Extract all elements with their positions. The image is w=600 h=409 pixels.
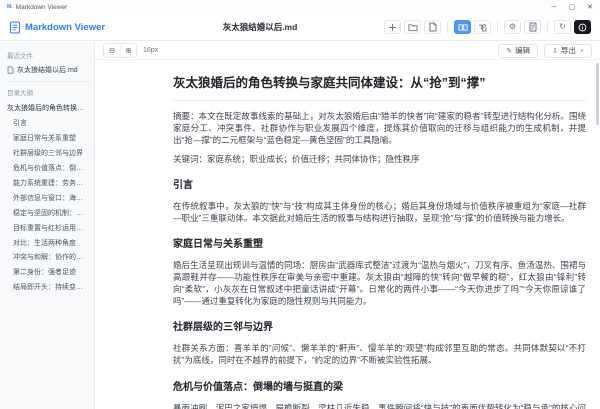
markdown-block: 摘要：本文在既定故事线索的基础上，对灰太狼婚后由“猎羊的快者”向“建家的稳者”转…: [173, 110, 586, 146]
outline-label: 目录大纲: [7, 87, 87, 97]
outline-panel-button[interactable]: [524, 20, 541, 34]
markdown-block: 家庭日常与关系重塑: [173, 238, 586, 252]
zoom-in-button[interactable]: ⊕: [120, 44, 136, 57]
markdown-block: 暴雨冲刷，泥巴之家坍塌，屋檐断裂，梁柱几近失稳。事件瞬间将“快与技”的表面优势转…: [173, 402, 586, 409]
app-name: Markdown Viewer: [25, 22, 105, 33]
outline-item[interactable]: 对比：生活两种角度: [7, 236, 87, 251]
scrollbar-thumb[interactable]: [596, 63, 599, 125]
plus-icon: [388, 23, 397, 32]
current-file-title: 灰太狼结婚以后.md: [120, 21, 400, 33]
app-logo-icon: M↓: [7, 4, 13, 10]
about-button[interactable]: [574, 20, 591, 34]
toolbar-divider: [447, 22, 448, 33]
os-titlebar: M↓ Markdown Viewer ─ ▢ ✕: [0, 0, 600, 14]
open-file-button[interactable]: [424, 20, 441, 34]
outline-item[interactable]: 引言: [7, 117, 87, 132]
markdown-block: 引言: [173, 179, 586, 193]
markdown-block: 灰太狼婚后的角色转换与家庭共同体建设：从“抢”到“撑”: [173, 74, 586, 101]
recent-file-name: 灰太狼结婚以后.md: [17, 65, 78, 75]
markdown-block: 关键词：家庭系统；职业成长；价值迁移；共同体协作；隐性秩序: [173, 153, 586, 165]
zoom-out-icon: ⊖: [109, 46, 116, 55]
font-size-controls: ⊖ ⊕: [103, 43, 137, 58]
close-button[interactable]: ✕: [587, 4, 593, 11]
outline-item[interactable]: 稳定与坚固的机制：蓝色与黄色: [7, 207, 87, 222]
app-header: Markdown Viewer 灰太狼结婚以后.md ⚙ ↻: [0, 14, 600, 41]
outline-item[interactable]: 外部信息与窗口：海风与三脚架: [7, 192, 87, 207]
maximize-button[interactable]: ▢: [569, 4, 576, 11]
zoom-in-icon: ⊕: [125, 46, 132, 55]
info-icon: [578, 23, 587, 32]
outline-item[interactable]: 家庭日常与关系重塑: [7, 132, 87, 147]
document-actions: ✎ 编辑 ⇩ 导出 ∨: [498, 44, 592, 58]
preview-mode-button[interactable]: [454, 20, 471, 34]
sidebar-divider: [5, 81, 89, 82]
outline-item[interactable]: 危机与价值落点：倒塌的墙与挺直的梁: [7, 162, 87, 177]
markdown-block: 危机与价值落点：倒塌的墙与挺直的梁: [173, 381, 586, 395]
book-open-icon: [458, 23, 468, 32]
open-folder-button[interactable]: [404, 20, 421, 34]
document-toolbar: ⊖ ⊕ 16px ✎ 编辑 ⇩ 导出 ∨: [95, 42, 600, 60]
outline-item[interactable]: 能力系统重建：劳务、训练与自我塑造: [7, 177, 87, 192]
outline-item[interactable]: 灰太狼婚后的角色转换与家庭共同体建设：从“抢”到“撑”: [7, 102, 87, 117]
recent-files-label: 最近文件: [7, 50, 87, 60]
document-lines-icon: [529, 22, 537, 32]
pencil-icon: ✎: [506, 47, 512, 55]
new-file-button[interactable]: [384, 20, 401, 34]
sidebar: 最近文件 灰太狼结婚以后.md 目录大纲 灰太狼婚后的角色转换与家庭共同体建设：…: [0, 42, 95, 409]
minimize-button[interactable]: ─: [552, 4, 557, 11]
toolbar-divider: [497, 22, 498, 33]
file-doc-icon: [7, 66, 14, 74]
markdown-block: 婚后生活呈现出规训与温情的同场：厨房由“武器库式整洁”过渡为“温热与烟火”，刀叉…: [173, 259, 586, 307]
outline-item[interactable]: 第二身份：强者足迹: [7, 266, 87, 281]
outline-item[interactable]: 结局即开头：持续变化的系统: [7, 281, 87, 296]
outline-item[interactable]: 目标重置与红杉运用：手与锯: [7, 222, 87, 237]
settings-button[interactable]: ⚙: [504, 20, 521, 34]
folder-open-icon: [408, 23, 418, 32]
markdown-block: 社群层级的三邻与边界: [173, 321, 586, 335]
edit-button[interactable]: ✎ 编辑: [498, 44, 538, 58]
edit-button-label: 编辑: [515, 45, 530, 56]
export-button-label: 导出: [561, 45, 576, 56]
app-brand: Markdown Viewer: [9, 21, 105, 34]
refresh-icon: ↻: [559, 23, 566, 31]
outline-list: 灰太狼婚后的角色转换与家庭共同体建设：从“抢”到“撑” 引言 家庭日常与关系重塑…: [7, 102, 87, 296]
chevron-down-icon: ∨: [580, 48, 584, 54]
outline-item[interactable]: 社群层级的三邻与边界: [7, 147, 87, 162]
zoom-out-button[interactable]: ⊖: [104, 44, 120, 57]
font-size-value: 16px: [143, 47, 158, 54]
refresh-button[interactable]: ↻: [554, 20, 571, 34]
edit-mode-button[interactable]: [474, 20, 491, 34]
file-icon: [429, 22, 437, 32]
document-preview: 灰太狼婚后的角色转换与家庭共同体建设：从“抢”到“撑” 摘要：本文在既定故事线索…: [95, 61, 600, 409]
markdown-page: 灰太狼婚后的角色转换与家庭共同体建设：从“抢”到“撑” 摘要：本文在既定故事线索…: [95, 61, 600, 409]
gear-icon: ⚙: [509, 23, 516, 31]
markdown-file-icon: [9, 21, 21, 34]
header-toolbar: ⚙ ↻: [384, 20, 591, 34]
markdown-block: 在传统叙事中，灰太狼的“快”与“技”构成其主体身份的核心；婚后其身份场域与价值秩…: [173, 200, 586, 224]
markdown-block: 社群关系方面：喜羊羊的“问候”、懒羊羊的“鼾声”、慢羊羊的“观望”构成邻里互助的…: [173, 342, 586, 366]
download-icon: ⇩: [552, 47, 558, 55]
recent-file-item[interactable]: 灰太狼结婚以后.md: [7, 65, 87, 75]
export-button[interactable]: ⇩ 导出 ∨: [544, 44, 592, 58]
outline-item[interactable]: 冲突与和解：协作的乐队: [7, 251, 87, 266]
edit-square-icon: [478, 23, 487, 32]
toolbar-divider: [547, 22, 548, 33]
window-title: Markdown Viewer: [16, 4, 68, 11]
window-controls: ─ ▢ ✕: [552, 4, 593, 11]
